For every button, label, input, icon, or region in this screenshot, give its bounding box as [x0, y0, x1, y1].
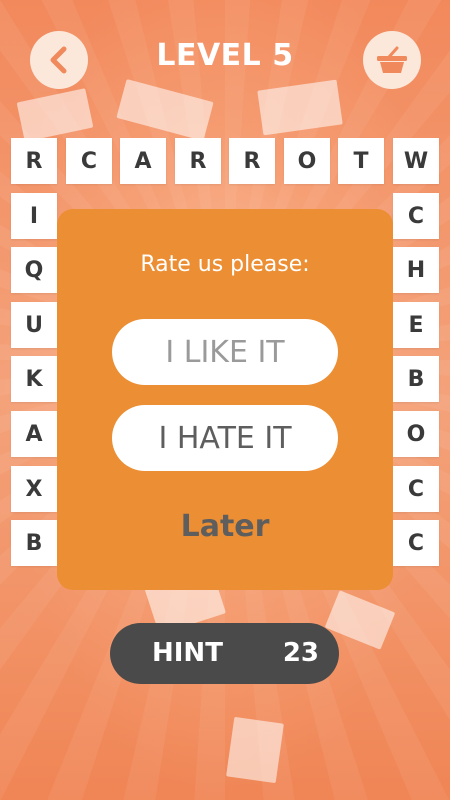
dialog-title: Rate us please: [140, 252, 310, 277]
like-button[interactable]: I LIKE IT [112, 319, 338, 385]
background-decoration [16, 88, 94, 142]
hate-button[interactable]: I HATE IT [112, 405, 338, 471]
letter-tile[interactable]: I [11, 193, 57, 239]
background-decoration [226, 716, 284, 784]
letter-tile[interactable]: A [11, 411, 57, 457]
letter-tile[interactable]: O [284, 138, 330, 184]
hint-count: 23 [282, 638, 319, 668]
letter-tile[interactable]: A [120, 138, 166, 184]
hint-label: HINT [152, 638, 223, 668]
letter-tile[interactable]: K [11, 356, 57, 402]
letter-tile[interactable]: H [393, 247, 439, 293]
letter-tile[interactable]: U [11, 302, 57, 348]
letter-tile[interactable]: E [393, 302, 439, 348]
letter-tile[interactable]: B [11, 520, 57, 566]
shop-button[interactable] [363, 31, 421, 89]
letter-tile[interactable]: R [229, 138, 275, 184]
letter-tile[interactable]: C [66, 138, 112, 184]
letter-tile[interactable]: C [393, 520, 439, 566]
letter-tile[interactable]: R [11, 138, 57, 184]
background-decoration [116, 79, 214, 141]
rate-dialog: Rate us please: I LIKE IT I HATE IT Late… [57, 209, 393, 590]
letter-tile[interactable]: W [393, 138, 439, 184]
hint-button[interactable]: HINT 23 [110, 623, 339, 684]
letter-tile[interactable]: O [393, 411, 439, 457]
letter-tile[interactable]: T [338, 138, 384, 184]
letter-tile[interactable]: R [175, 138, 221, 184]
letter-tile[interactable]: Q [11, 247, 57, 293]
basket-icon [377, 46, 407, 73]
letter-tile[interactable]: B [393, 356, 439, 402]
background-decoration [257, 79, 343, 136]
letter-tile[interactable]: X [11, 466, 57, 512]
letter-tile[interactable]: C [393, 466, 439, 512]
later-button[interactable]: Later [57, 509, 393, 544]
letter-tile[interactable]: C [393, 193, 439, 239]
